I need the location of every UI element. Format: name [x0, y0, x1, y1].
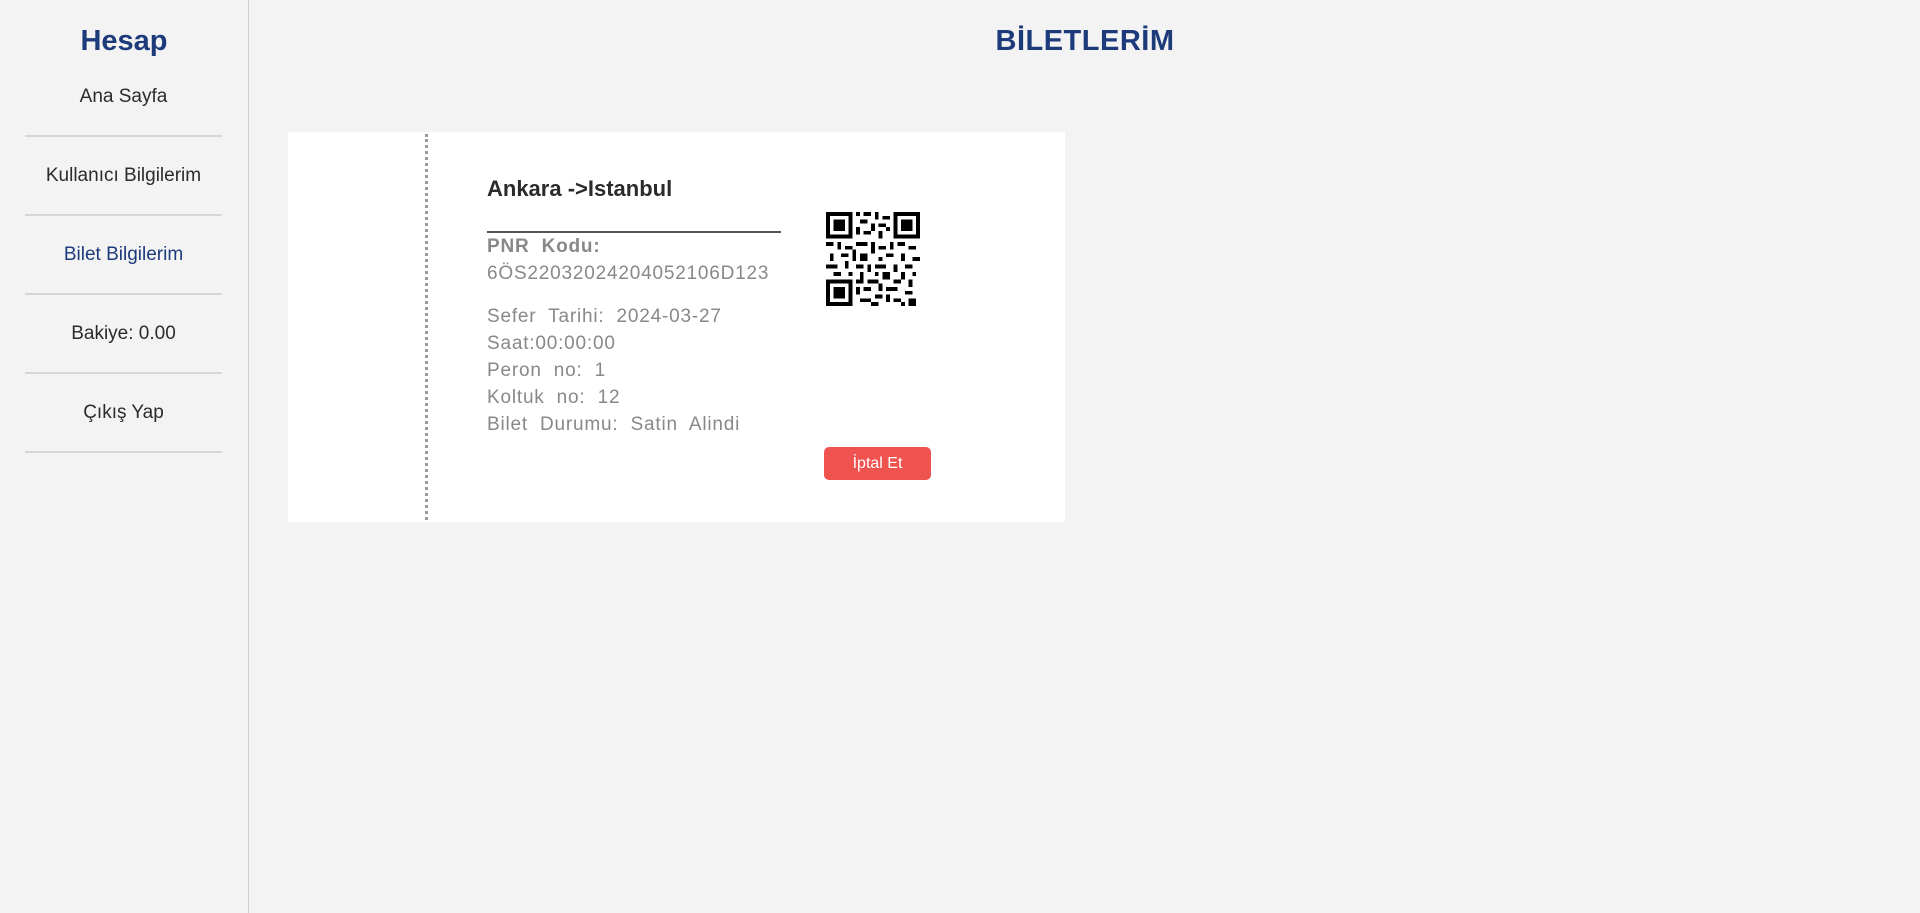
sidebar-item-label: Kullanıcı Bilgilerim	[45, 164, 202, 186]
sidebar-item-home[interactable]: Ana Sayfa	[25, 58, 222, 137]
sidebar-item-label: Bakiye: 0.00	[71, 322, 176, 344]
ticket-details: Sefer Tarihi: 2024-03-27 Saat:00:00:00 P…	[487, 303, 740, 438]
sidebar-item-label: Bilet Bilgilerim	[63, 243, 184, 265]
sidebar-item-ticket-info[interactable]: Bilet Bilgilerim	[25, 216, 222, 295]
ticket-status: Bilet Durumu: Satin Alindi	[487, 414, 741, 435]
ticket-card: Ankara ->Istanbul PNR Kodu: 6ÖS220320242…	[288, 132, 1065, 522]
divider	[487, 231, 781, 233]
sidebar-item-logout[interactable]: Çıkış Yap	[25, 374, 222, 453]
sidebar-item-label: Ana Sayfa	[79, 85, 168, 107]
sidebar: Hesap Ana Sayfa Kullanıcı Bilgilerim Bil…	[0, 0, 249, 913]
sidebar-title: Hesap	[80, 25, 168, 57]
pnr-value: 6ÖS22032024204052106D123	[487, 263, 770, 284]
page-title: BİLETLERİM	[995, 25, 1175, 57]
sidebar-item-user-info[interactable]: Kullanıcı Bilgilerim	[25, 137, 222, 216]
platform-number: Peron no: 1	[487, 360, 607, 381]
trip-date: Sefer Tarihi: 2024-03-27	[487, 306, 722, 327]
ticket-route: Ankara ->Istanbul	[487, 176, 673, 201]
cancel-ticket-button[interactable]: İptal Et	[824, 447, 931, 480]
qr-code-icon	[826, 212, 920, 306]
seat-number: Koltuk no: 12	[487, 387, 621, 408]
pnr-label: PNR Kodu:	[487, 236, 601, 257]
sidebar-item-label: Çıkış Yap	[83, 401, 164, 423]
sidebar-item-balance[interactable]: Bakiye: 0.00	[25, 295, 222, 374]
ticket-perforation	[425, 134, 428, 520]
trip-time: Saat:00:00:00	[487, 333, 616, 354]
